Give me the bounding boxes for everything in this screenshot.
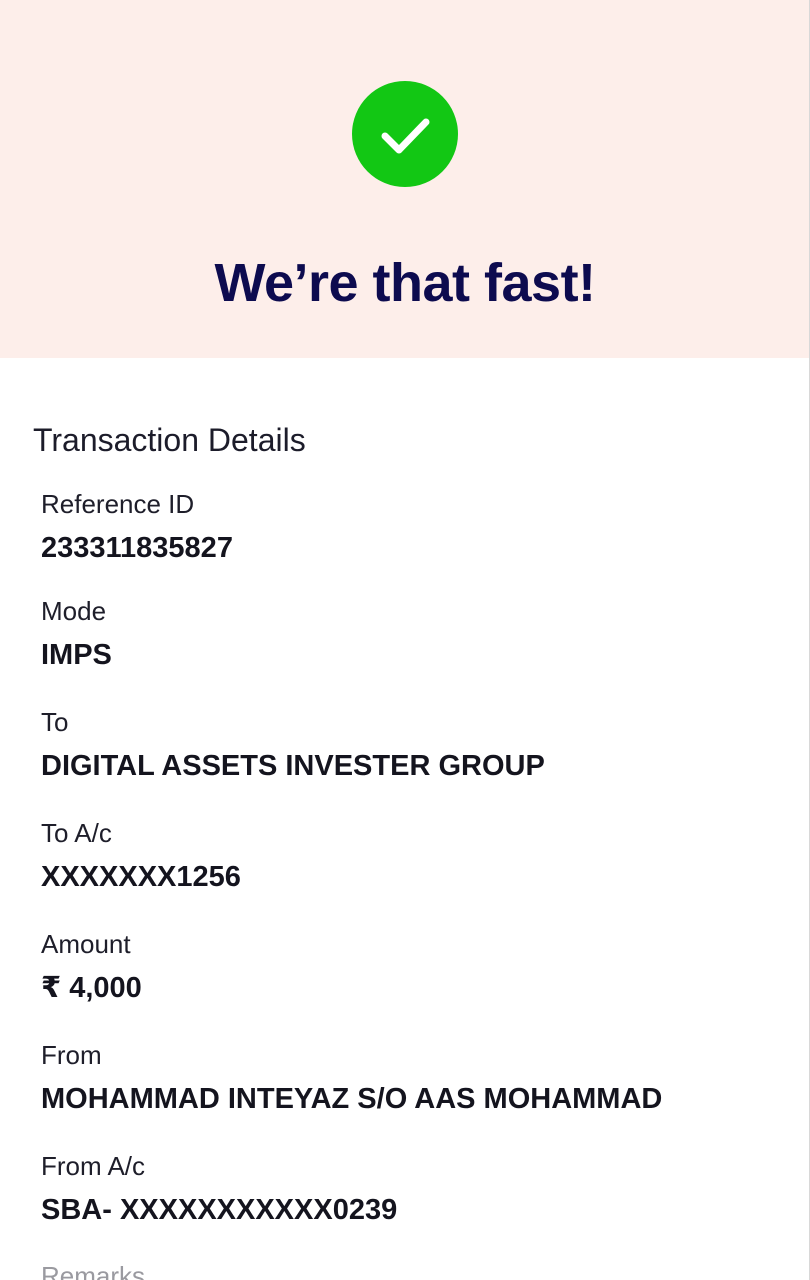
field-remarks: Remarks <box>41 1260 145 1280</box>
field-label: From A/c <box>41 1151 146 1181</box>
field-amount: Amount ₹ 4,000 <box>41 928 142 1006</box>
field-label: Mode <box>41 596 107 626</box>
field-from: From MOHAMMAD INTEYAZ S/O AAS MOHAMMAD <box>41 1039 662 1117</box>
field-label: Reference ID <box>41 489 195 519</box>
field-to: To DIGITAL ASSETS INVESTER GROUP <box>41 706 545 784</box>
field-label: To A/c <box>41 818 112 848</box>
success-check-icon <box>352 81 458 187</box>
field-label: From <box>41 1040 102 1070</box>
field-reference-id: Reference ID 233311835827 <box>41 488 233 566</box>
section-title: Transaction Details <box>33 422 306 458</box>
field-value: MOHAMMAD INTEYAZ S/O AAS MOHAMMAD <box>41 1083 663 1115</box>
field-value: SBA- XXXXXXXXXXX0239 <box>41 1194 398 1226</box>
field-to-account: To A/c XXXXXXX1256 <box>41 817 241 895</box>
field-label: Remarks <box>41 1261 146 1280</box>
field-label: To <box>41 707 69 737</box>
field-value: XXXXXXX1256 <box>41 861 241 893</box>
field-from-account: From A/c SBA- XXXXXXXXXXX0239 <box>41 1150 397 1228</box>
field-value: ₹ 4,000 <box>41 972 142 1004</box>
field-value: DIGITAL ASSETS INVESTER GROUP <box>41 750 545 782</box>
transaction-details-panel: Transaction Details Reference ID 2333118… <box>0 358 810 1280</box>
check-icon <box>381 118 430 154</box>
field-value: 233311835827 <box>41 532 233 564</box>
success-title: We’re that fast! <box>214 253 596 313</box>
field-value: IMPS <box>41 639 112 671</box>
field-mode: Mode IMPS <box>41 595 112 673</box>
field-label: Amount <box>41 929 131 959</box>
success-banner: We’re that fast! <box>0 0 810 358</box>
